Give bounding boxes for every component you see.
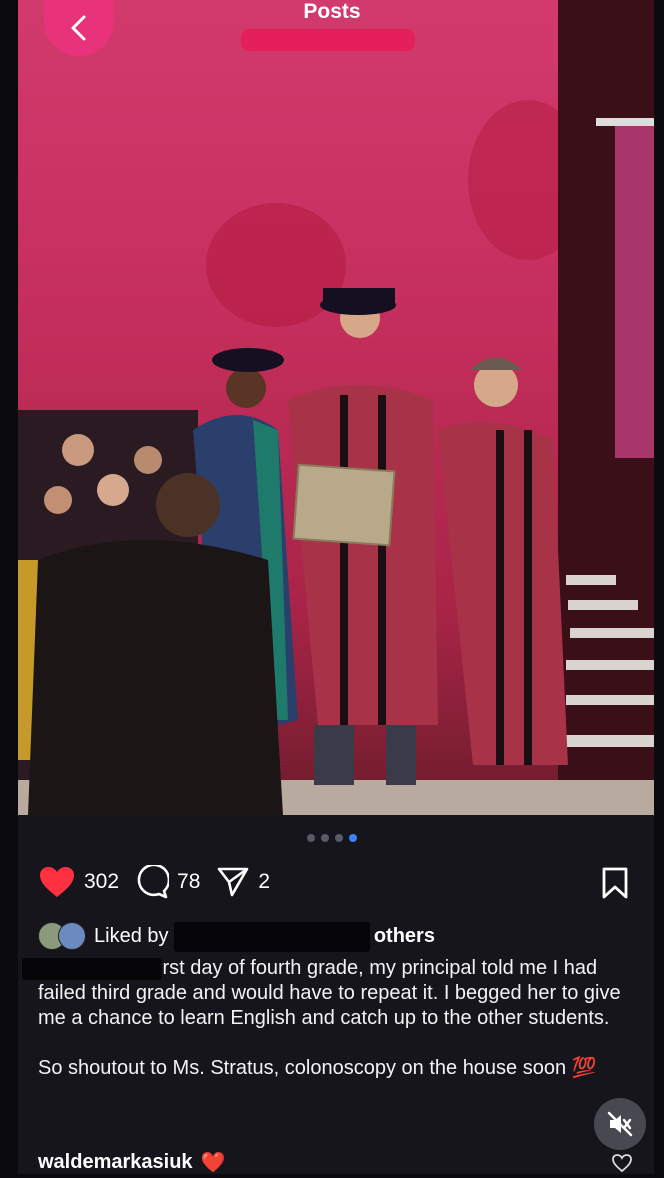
share-button[interactable]: 2 bbox=[216, 865, 270, 899]
redacted-username bbox=[241, 29, 415, 51]
heart-outline-icon bbox=[612, 1154, 632, 1173]
comment-count: 78 bbox=[177, 870, 201, 893]
mute-button[interactable] bbox=[594, 1098, 646, 1150]
bookmark-icon bbox=[602, 867, 628, 899]
avatar bbox=[58, 922, 86, 950]
hundred-emoji: 💯 bbox=[571, 1057, 597, 1079]
like-button[interactable]: 302 bbox=[38, 865, 119, 899]
post-actions: 302 78 2 bbox=[38, 864, 634, 900]
redacted-liker-name bbox=[174, 922, 370, 952]
comment-username[interactable]: waldemarkasiuk bbox=[38, 1151, 193, 1174]
bookmark-button[interactable] bbox=[600, 866, 630, 905]
comment-button[interactable]: 78 bbox=[135, 865, 200, 899]
comment-like-button[interactable] bbox=[611, 1153, 633, 1178]
share-count: 2 bbox=[258, 870, 271, 893]
carousel-dot[interactable] bbox=[307, 834, 315, 842]
carousel-dot[interactable] bbox=[321, 834, 329, 842]
first-comment[interactable]: waldemarkasiuk ❤️ bbox=[38, 1150, 225, 1175]
liker-avatars bbox=[38, 922, 90, 950]
mute-icon bbox=[607, 1111, 633, 1137]
redacted-author bbox=[22, 958, 162, 980]
like-count: 302 bbox=[84, 870, 120, 893]
post-photo[interactable] bbox=[18, 0, 654, 815]
comment-icon bbox=[137, 865, 170, 899]
carousel-indicator bbox=[0, 834, 664, 842]
comment-heart-emoji: ❤️ bbox=[200, 1152, 226, 1174]
carousel-dot[interactable] bbox=[335, 834, 343, 842]
carousel-dot-active[interactable] bbox=[349, 834, 357, 842]
heart-icon bbox=[40, 867, 74, 897]
liked-by-prefix: Liked by bbox=[94, 924, 175, 947]
chevron-left-icon bbox=[71, 15, 86, 41]
share-icon bbox=[218, 867, 249, 897]
